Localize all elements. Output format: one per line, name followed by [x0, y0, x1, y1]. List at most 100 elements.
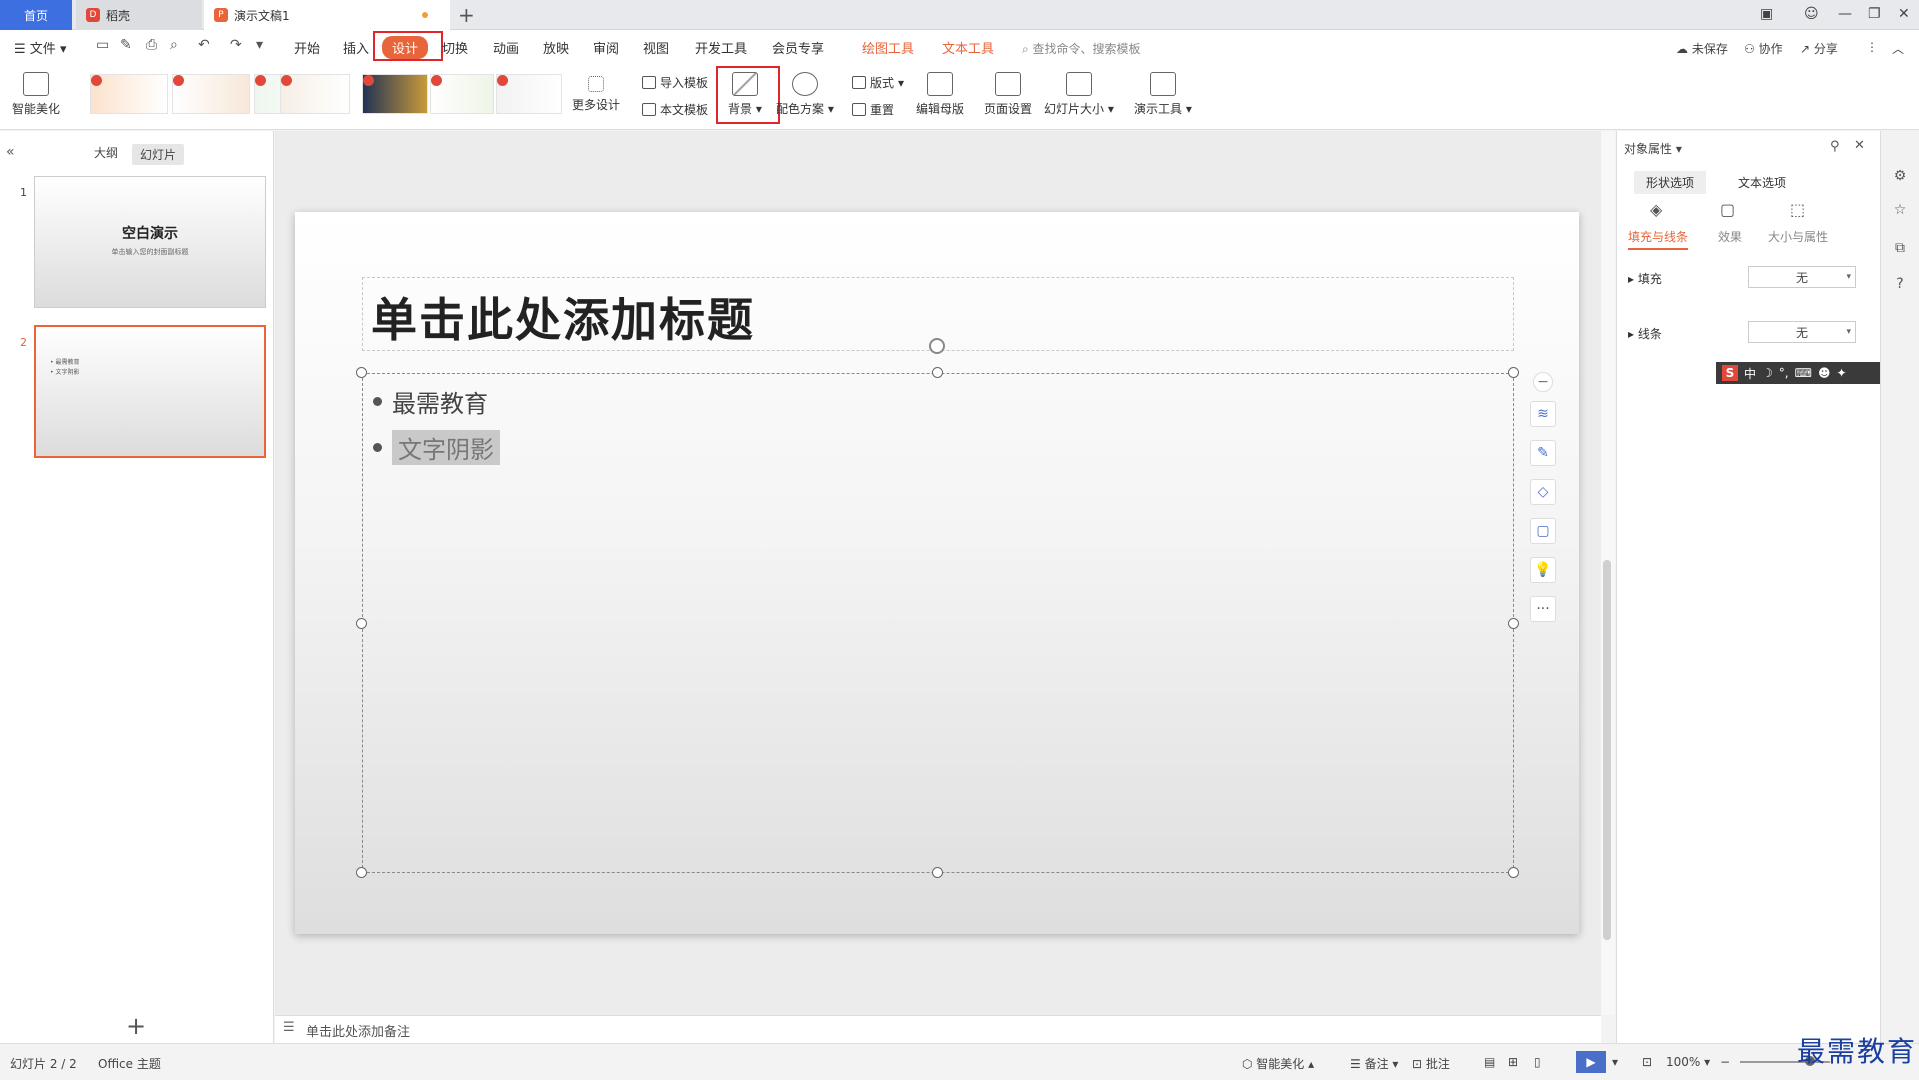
reading-view-icon[interactable]: ▯: [1534, 1055, 1541, 1069]
close-panel-icon[interactable]: ✕: [1854, 138, 1865, 153]
customize-icon[interactable]: ▾: [256, 37, 263, 53]
this-template-button[interactable]: 本文模板: [642, 101, 708, 118]
play-options-icon[interactable]: ▾: [1612, 1055, 1618, 1069]
tab-home[interactable]: 首页: [0, 0, 72, 30]
resize-handle[interactable]: [356, 618, 367, 629]
notes-placeholder[interactable]: 单击此处添加备注: [306, 1021, 410, 1040]
ime-punct-icon[interactable]: °,: [1779, 366, 1789, 380]
window-layout-icon[interactable]: ▣: [1760, 6, 1773, 22]
undo-icon[interactable]: ↶: [198, 37, 210, 53]
pin-icon[interactable]: ⚲: [1830, 139, 1840, 154]
fill-section[interactable]: ▸ 填充: [1628, 270, 1662, 287]
add-slide-button[interactable]: +: [126, 1012, 146, 1040]
menu-review[interactable]: 审阅: [593, 38, 619, 57]
menu-transition[interactable]: 切换: [442, 38, 468, 57]
properties-header[interactable]: 对象属性 ▾: [1624, 140, 1682, 157]
close-icon[interactable]: ✕: [1898, 6, 1910, 22]
status-smart-beautify[interactable]: ⬡ 智能美化 ▴: [1242, 1055, 1314, 1072]
animation-icon[interactable]: ☆: [1890, 202, 1910, 222]
fit-window-icon[interactable]: ⊡: [1642, 1055, 1652, 1069]
normal-view-icon[interactable]: ▤: [1484, 1055, 1495, 1069]
menu-member[interactable]: 会员专享: [772, 38, 824, 57]
menu-view[interactable]: 视图: [643, 38, 669, 57]
resize-handle[interactable]: [932, 367, 943, 378]
print-icon[interactable]: ⎙: [146, 37, 157, 53]
menu-drawing-tools[interactable]: 绘图工具: [862, 38, 914, 57]
smart-beautify-button[interactable]: 智能美化: [12, 72, 60, 117]
import-template-button[interactable]: 导入模板: [642, 74, 708, 91]
ime-moon-icon[interactable]: ☽: [1762, 366, 1773, 380]
slides-icon[interactable]: ⧉: [1890, 240, 1910, 260]
tab-slides[interactable]: 幻灯片: [132, 144, 185, 165]
zoom-level[interactable]: 100% ▾: [1666, 1055, 1710, 1069]
avatar[interactable]: ☺: [1804, 6, 1819, 22]
template-thumb[interactable]: [496, 74, 562, 114]
restore-icon[interactable]: ❐: [1868, 6, 1881, 22]
collapse-panel-icon[interactable]: «: [6, 144, 15, 160]
rotate-handle-icon[interactable]: [929, 338, 945, 354]
color-scheme-button[interactable]: 配色方案 ▾: [776, 72, 834, 117]
ime-tool-icon[interactable]: ✦: [1836, 366, 1846, 380]
present-tools-button[interactable]: 演示工具 ▾: [1134, 72, 1192, 117]
notes-toggle[interactable]: ☰ 备注 ▾: [1350, 1055, 1398, 1072]
layers-icon[interactable]: ≋: [1530, 401, 1556, 427]
minimize-icon[interactable]: —: [1838, 6, 1852, 22]
format-painter-icon[interactable]: ✎: [120, 37, 132, 53]
command-search[interactable]: ⌕ 查找命令、搜索模板: [1022, 40, 1141, 57]
template-thumb[interactable]: [172, 74, 250, 114]
fill-select[interactable]: 无: [1748, 266, 1856, 288]
menu-developer[interactable]: 开发工具: [695, 38, 747, 57]
template-thumb[interactable]: [430, 74, 494, 114]
page-setup-button[interactable]: 页面设置: [984, 72, 1032, 117]
menu-text-tools[interactable]: 文本工具: [942, 38, 994, 57]
resize-handle[interactable]: [356, 367, 367, 378]
ime-language[interactable]: 中: [1744, 365, 1756, 382]
fill-icon[interactable]: ◇: [1530, 479, 1556, 505]
share-button[interactable]: ↗ 分享: [1800, 40, 1838, 57]
play-slideshow-button[interactable]: ▶: [1576, 1051, 1606, 1073]
collab-button[interactable]: ⚇ 协作: [1744, 40, 1783, 57]
menu-start[interactable]: 开始: [294, 38, 320, 57]
tab-daoke[interactable]: D 稻壳: [76, 0, 202, 30]
tab-document[interactable]: P 演示文稿1: [204, 0, 450, 30]
slide-size-button[interactable]: 幻灯片大小 ▾: [1044, 72, 1114, 117]
file-menu[interactable]: ☰ 文件 ▾: [14, 38, 66, 57]
lightbulb-icon[interactable]: 💡: [1530, 557, 1556, 583]
resize-handle[interactable]: [1508, 618, 1519, 629]
collapse-tools-icon[interactable]: −: [1533, 372, 1553, 392]
preview-icon[interactable]: ⌕: [170, 37, 178, 53]
save-icon[interactable]: ▭: [96, 37, 109, 53]
ime-keyboard-icon[interactable]: ⌨: [1795, 366, 1812, 380]
subtab-fill-line[interactable]: 填充与线条: [1628, 228, 1689, 250]
resize-handle[interactable]: [356, 867, 367, 878]
menu-insert[interactable]: 插入: [343, 38, 369, 57]
redo-icon[interactable]: ↷: [230, 37, 242, 53]
line-section[interactable]: ▸ 线条: [1628, 325, 1662, 342]
unsaved-button[interactable]: ☁ 未保存: [1676, 40, 1728, 57]
tab-outline[interactable]: 大纲: [94, 144, 118, 161]
scrollbar-thumb[interactable]: [1603, 560, 1611, 940]
zoom-out-icon[interactable]: −: [1720, 1055, 1730, 1069]
layout-button[interactable]: 版式 ▾: [852, 74, 904, 91]
menu-animation[interactable]: 动画: [493, 38, 519, 57]
line-select[interactable]: 无: [1748, 321, 1856, 343]
edit-master-button[interactable]: 编辑母版: [916, 72, 964, 117]
reset-button[interactable]: 重置: [852, 101, 894, 118]
tab-text-options[interactable]: 文本选项: [1726, 171, 1798, 194]
subtab-effect[interactable]: 效果: [1718, 228, 1742, 245]
template-thumb[interactable]: [90, 74, 168, 114]
border-icon[interactable]: ▢: [1530, 518, 1556, 544]
more-design-button[interactable]: 更多设计: [572, 76, 620, 113]
help-icon[interactable]: ?: [1890, 276, 1910, 296]
slide-thumbnail-2[interactable]: • 最需教育 • 文字阴影: [34, 325, 266, 458]
resize-handle[interactable]: [1508, 367, 1519, 378]
new-tab-icon[interactable]: +: [458, 3, 475, 27]
sorter-view-icon[interactable]: ⊞: [1508, 1055, 1518, 1069]
slide-thumbnail-1[interactable]: 空白演示 单击输入您的封面副标题: [34, 176, 266, 308]
menu-slideshow[interactable]: 放映: [543, 38, 569, 57]
more-icon[interactable]: ⋮: [1866, 40, 1878, 54]
pen-icon[interactable]: ✎: [1530, 440, 1556, 466]
tab-shape-options[interactable]: 形状选项: [1634, 171, 1707, 194]
comments-toggle[interactable]: ⊡ 批注: [1412, 1055, 1450, 1072]
ime-user-icon[interactable]: ☻: [1818, 366, 1831, 380]
